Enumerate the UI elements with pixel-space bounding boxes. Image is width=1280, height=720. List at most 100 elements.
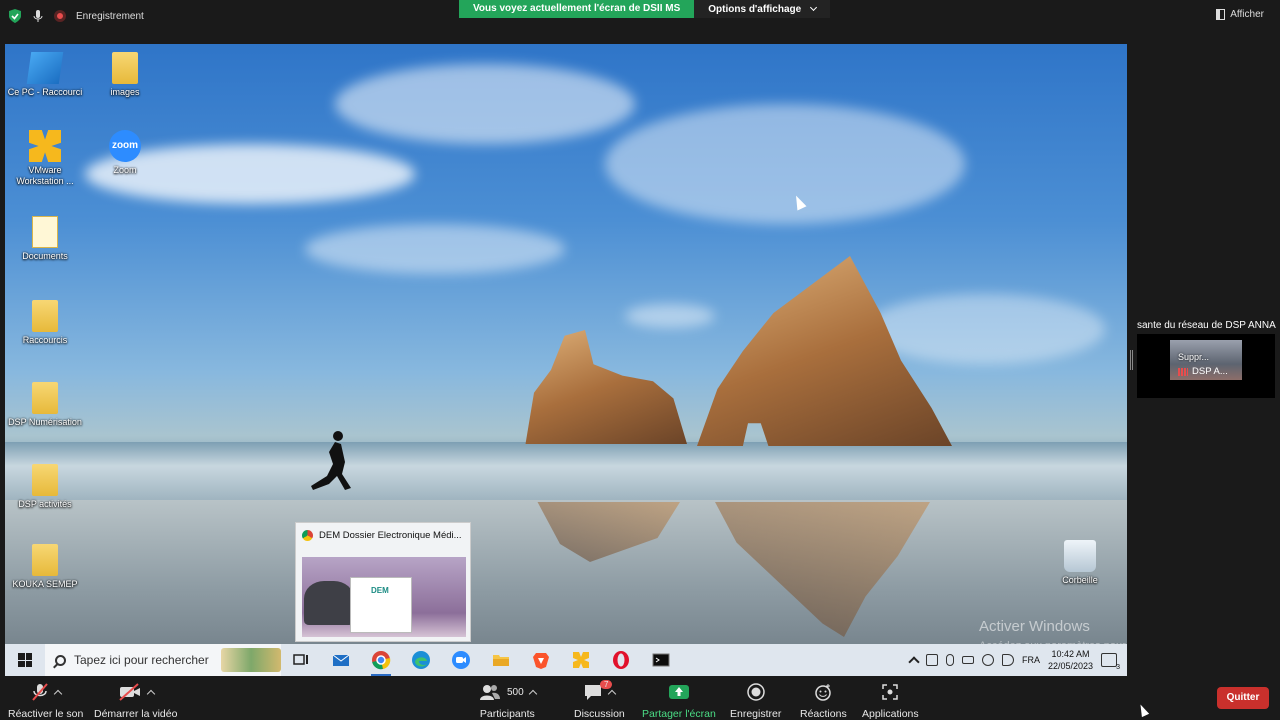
sea xyxy=(5,442,1127,502)
share-banner-text: Vous voyez actuellement l'écran de DSII … xyxy=(459,0,695,18)
reactions-button[interactable]: Réactions xyxy=(800,682,847,720)
show-hidden-icons-icon[interactable] xyxy=(908,656,920,668)
chrome-window-preview[interactable]: DEM Dossier Electronique Médi... DEM xyxy=(295,522,471,642)
chevron-up-icon[interactable] xyxy=(608,689,617,699)
chevron-up-icon[interactable] xyxy=(53,689,62,699)
apps-icon xyxy=(882,684,899,700)
record-button[interactable]: Enregistrer xyxy=(730,682,781,720)
desktop-icon-documents[interactable]: Documents xyxy=(5,216,85,262)
vmware-icon xyxy=(29,130,61,162)
edge-app[interactable] xyxy=(401,644,441,676)
desktop-icon-label: KOUKA SEMEP xyxy=(12,579,78,589)
keyboard-language[interactable]: FRA xyxy=(1022,655,1040,665)
share-screen-button[interactable]: Partager l'écran xyxy=(642,682,716,720)
unmute-button[interactable]: Réactiver le son xyxy=(8,682,83,720)
view-options-button[interactable]: Options d'affichage xyxy=(694,0,831,18)
taskbar-search[interactable]: Tapez ici pour rechercher xyxy=(45,644,281,676)
chevron-up-icon[interactable] xyxy=(146,689,155,699)
task-view-button[interactable] xyxy=(281,644,321,676)
recording-label: Enregistrement xyxy=(76,10,144,22)
start-video-button[interactable]: Démarrer la vidéo xyxy=(94,682,177,720)
desktop-icon-zoom[interactable]: zoom Zoom xyxy=(85,130,165,176)
desktop-icon-dsp-activites[interactable]: DSP activités xyxy=(5,464,85,510)
volume-icon[interactable] xyxy=(1001,654,1014,666)
desktop-icon-images[interactable]: images xyxy=(85,52,165,98)
opera-app[interactable] xyxy=(601,644,641,676)
vmware-app[interactable] xyxy=(561,644,601,676)
desktop-icon-ce-pc[interactable]: Ce PC - Raccourci xyxy=(5,52,85,98)
brave-app[interactable] xyxy=(521,644,561,676)
zoom-meeting-window: Enregistrement Vous voyez actuellement l… xyxy=(0,0,1280,720)
chat-badge: 7 xyxy=(600,680,613,689)
recycle-bin-icon xyxy=(1064,540,1096,572)
desktop-icon-label: Ce PC - Raccourci xyxy=(7,87,83,97)
zoom-icon: zoom xyxy=(109,130,141,162)
runner-silhouette xyxy=(311,431,351,490)
participants-button[interactable]: 500 Participants xyxy=(479,682,537,720)
reactions-label: Réactions xyxy=(800,708,847,720)
network-globe-icon[interactable] xyxy=(981,654,994,666)
desktop-icon-label: VMware Workstation ... xyxy=(16,165,74,186)
preview-title: DEM Dossier Electronique Médi... xyxy=(319,530,462,541)
zoom-app[interactable] xyxy=(441,644,481,676)
desktop-icon-dsp-numerisation[interactable]: DSP Numérisation xyxy=(5,382,85,428)
small-rock xyxy=(525,330,687,444)
share-screen-icon xyxy=(668,685,689,699)
folder-icon xyxy=(32,300,58,332)
chrome-icon xyxy=(372,651,391,670)
video-off-icon xyxy=(119,683,140,701)
panel-resize-handle[interactable] xyxy=(1130,350,1133,370)
security-tray-icon[interactable] xyxy=(925,654,938,666)
participant-name: DSP A... xyxy=(1192,366,1228,377)
participant-tile[interactable]: Suppr... DSP A... xyxy=(1170,340,1242,380)
pc-icon xyxy=(26,52,64,84)
chat-button[interactable]: 7 Discussion xyxy=(574,680,625,720)
clock[interactable]: 10:42 AM 22/05/2023 xyxy=(1048,648,1093,672)
cloud xyxy=(625,304,715,328)
desktop-icon-label: images xyxy=(110,87,140,97)
apps-label: Applications xyxy=(862,708,919,720)
participant-panel: Suppr... DSP A... xyxy=(1137,334,1275,398)
start-button[interactable] xyxy=(5,644,45,676)
mic-status-icon[interactable] xyxy=(32,9,44,23)
desktop-icon-label: Corbeille xyxy=(1062,575,1098,585)
desktop-icon-label: Zoom xyxy=(113,165,137,175)
desktop-icon-vmware[interactable]: VMware Workstation ... xyxy=(5,130,85,187)
cloud xyxy=(305,224,565,274)
desktop-icon-label: Documents xyxy=(22,251,68,261)
file-explorer-app[interactable] xyxy=(481,644,521,676)
participants-count: 500 xyxy=(507,686,524,698)
record-label: Enregistrer xyxy=(730,708,782,720)
desktop-icon-label: DSP activités xyxy=(18,499,72,509)
task-view-icon xyxy=(293,654,308,665)
quit-button[interactable]: Quitter xyxy=(1217,687,1269,709)
zoom-icon xyxy=(452,651,470,669)
zoom-toolbar: Réactiver le son Démarrer la vidéo 500 P… xyxy=(0,678,1280,720)
apps-button[interactable]: Applications xyxy=(862,682,919,720)
brave-icon xyxy=(533,653,549,669)
desktop-icon-kouka-semep[interactable]: KOUKA SEMEP xyxy=(5,544,85,590)
cloud xyxy=(605,104,965,224)
mail-app[interactable] xyxy=(321,644,361,676)
opera-icon xyxy=(613,651,629,669)
desktop-icon-raccourcis[interactable]: Raccourcis xyxy=(5,300,85,346)
dem-logo: DEM xyxy=(371,586,389,595)
view-options-label: Options d'affichage xyxy=(708,3,802,15)
chevron-up-icon[interactable] xyxy=(528,689,537,699)
start-video-label: Démarrer la vidéo xyxy=(94,708,178,720)
show-view-button[interactable]: Afficher xyxy=(1216,9,1264,20)
system-tray: FRA 10:42 AM 22/05/2023 3 xyxy=(908,644,1127,676)
battery-icon[interactable] xyxy=(961,656,974,664)
microphone-tray-icon[interactable] xyxy=(945,654,954,666)
cloud xyxy=(335,64,635,144)
chrome-app[interactable] xyxy=(361,644,401,676)
encryption-shield-icon[interactable] xyxy=(8,8,22,24)
chat-label: Discussion xyxy=(574,708,625,720)
terminal-app[interactable] xyxy=(641,644,681,676)
vmware-icon xyxy=(573,652,589,668)
notification-center-icon[interactable]: 3 xyxy=(1101,653,1120,671)
status-group: Enregistrement xyxy=(8,8,144,24)
desktop-icon-recycle-bin[interactable]: Corbeille xyxy=(1040,540,1120,586)
participants-label: Participants xyxy=(479,708,535,720)
windows-taskbar: Tapez ici pour rechercher FRA 10:42 AM 2… xyxy=(5,644,1127,676)
